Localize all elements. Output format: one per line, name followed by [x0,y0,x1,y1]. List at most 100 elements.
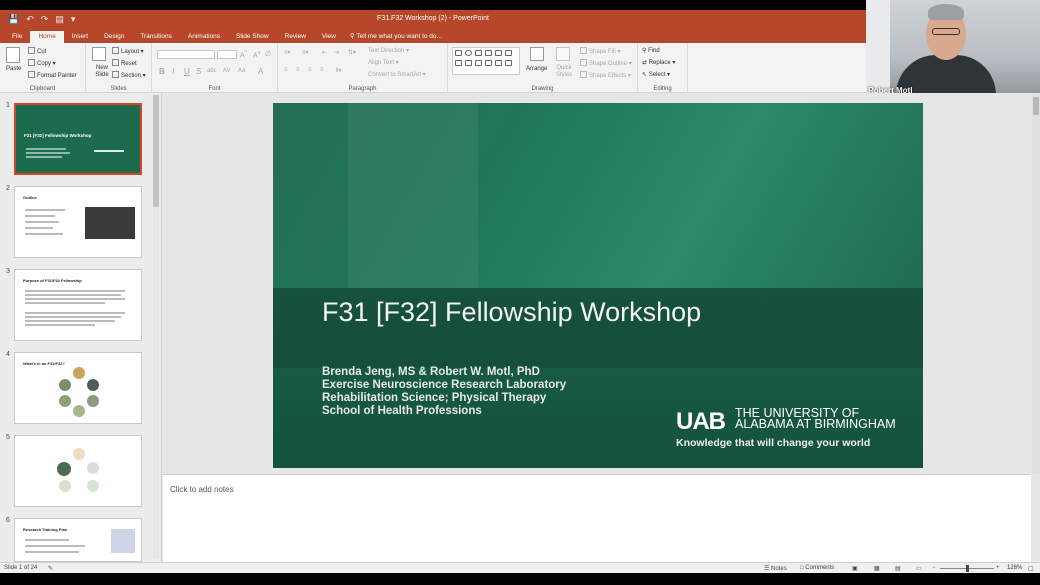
slide-author-line[interactable]: Brenda Jeng, MS & Robert W. Motl, PhD [322,366,540,378]
slide-sorter-icon[interactable]: ▦ [874,565,880,572]
arrow-shape-icon[interactable] [485,50,492,56]
convert-smartart-button[interactable]: Convert to SmartArt ▾ [368,71,426,78]
new-slide-button[interactable]: New Slide [91,65,113,79]
shape-fill-button[interactable]: Shape Fill ▾ [580,47,620,55]
select-button[interactable]: ↖ Select ▾ [642,71,670,78]
font-color-button[interactable]: A [258,67,263,76]
notes-button[interactable]: ☰ Notes [764,565,787,572]
font-name-field[interactable] [157,50,215,59]
bullets-icon[interactable]: ≡▾ [284,49,291,56]
font-size-field[interactable] [217,50,237,59]
thumbnail-slide-2[interactable]: Outline [14,186,142,258]
find-button[interactable]: ⚲ Find [642,47,660,54]
brace-shape-icon[interactable] [495,60,502,66]
tab-insert[interactable]: Insert [64,31,96,43]
callout-shape-icon[interactable] [455,60,462,66]
cut-button[interactable]: Cut [28,47,46,55]
change-case-button[interactable]: Aa [238,68,245,74]
shapes-gallery[interactable] [452,47,520,75]
comments-button[interactable]: □ Comments [800,565,834,571]
thumbnail-slide-1[interactable]: F31 [F32] Fellowship Workshop [14,103,142,175]
normal-view-icon[interactable]: ▣ [852,565,858,572]
section-button[interactable]: Section ▾ [112,71,146,79]
zoom-in-icon[interactable]: + [996,565,1000,571]
tell-me-box[interactable]: ⚲ Tell me what you want to do... [350,31,442,43]
layout-button[interactable]: Layout ▾ [112,47,144,55]
zoom-out-icon[interactable]: − [932,565,936,571]
slide-scrollbar[interactable] [1032,93,1040,474]
tab-animations[interactable]: Animations [180,31,228,43]
thumbnail-line [25,290,125,292]
thumbnail-slide-6[interactable]: Research Training Plan [14,518,142,562]
speaker-hair [928,4,964,20]
thumbnail-line [25,324,95,326]
thumbnail-slide-3[interactable]: Purpose of F31/F32 Fellowship [14,269,142,341]
underline-button[interactable]: U [184,67,190,76]
tab-design[interactable]: Design [96,31,132,43]
shadow-button[interactable]: S [196,67,201,76]
quick-styles-icon [556,47,570,61]
numbering-icon[interactable]: ≡▾ [302,49,309,56]
thumbnail-circle [73,367,85,379]
copy-button[interactable]: Copy ▾ [28,59,56,67]
slide-canvas[interactable]: F31 [F32] Fellowship Workshop Brenda Jen… [273,103,923,468]
reading-view-icon[interactable]: ▤ [895,565,901,572]
shape-effects-button[interactable]: Shape Effects ▾ [580,71,631,79]
increase-indent-icon[interactable]: ⇥ [334,49,339,56]
strikethrough-button[interactable]: abc [207,68,217,74]
tab-transitions[interactable]: Transitions [132,31,180,43]
decrease-indent-icon[interactable]: ⇤ [322,49,327,56]
arrange-button[interactable]: Arrange [526,66,547,72]
bold-button[interactable]: B [159,67,165,76]
columns-icon[interactable]: ‖▾ [336,67,342,74]
rectangle-shape-icon[interactable] [455,50,462,56]
zoom-level[interactable]: 128% [1007,565,1022,571]
thumbnail-slide-5[interactable] [14,435,142,507]
rounded-rect-shape-icon[interactable] [495,50,502,56]
clear-format-icon[interactable]: ∅ [265,50,271,58]
new-slide-icon [92,47,106,61]
align-text-button[interactable]: Align Text ▾ [368,59,399,66]
curve-shape-icon[interactable] [485,60,492,66]
connector-shape-icon[interactable] [465,60,472,66]
tab-file[interactable]: File [4,31,30,43]
scrollbar-thumb[interactable] [1033,97,1039,115]
char-spacing-button[interactable]: AV [223,68,231,74]
slide-author-line[interactable]: Rehabilitation Science; Physical Therapy [322,392,546,404]
grow-font-button[interactable]: A^ [240,50,247,59]
line-shape-icon[interactable] [475,50,482,56]
zoom-slider-handle[interactable] [966,565,969,572]
triangle-shape-icon[interactable] [505,50,512,56]
shape-outline-button[interactable]: Shape Outline ▾ [580,59,632,67]
tab-review[interactable]: Review [277,31,314,43]
oval-shape-icon[interactable] [465,50,472,56]
align-center-icon[interactable]: ≡ [296,67,300,73]
paste-button[interactable]: Paste [6,66,21,72]
align-right-icon[interactable]: ≡ [308,67,312,73]
reset-button[interactable]: Reset [112,59,137,67]
quick-styles-button[interactable]: Quick Styles [554,65,574,79]
tab-home[interactable]: Home [30,31,64,43]
slide-author-line[interactable]: Exercise Neuroscience Research Laborator… [322,379,566,391]
slide-author-line[interactable]: School of Health Professions [322,405,482,417]
format-painter-button[interactable]: Format Painter [28,71,77,79]
slideshow-view-icon[interactable]: ▭ [916,565,922,572]
replace-button[interactable]: ⇄ Replace ▾ [642,59,675,66]
block-arrow-shape-icon[interactable] [475,60,482,66]
text-direction-button[interactable]: Text Direction ▾ [368,47,409,54]
align-left-icon[interactable]: ≡ [284,67,288,73]
thumbnails-scrollbar[interactable] [153,95,159,559]
justify-icon[interactable]: ≡ [320,67,324,73]
star-shape-icon[interactable] [505,60,512,66]
shrink-font-button[interactable]: Av [253,50,261,59]
tab-view[interactable]: View [314,31,344,43]
slide-title[interactable]: F31 [F32] Fellowship Workshop [322,297,701,328]
tab-slide-show[interactable]: Slide Show [228,31,277,43]
notes-pane[interactable]: Click to add notes [163,474,1031,562]
fit-to-window-icon[interactable]: ▢ [1028,565,1034,572]
italic-button[interactable]: I [172,67,174,76]
line-spacing-icon[interactable]: ⇅▾ [348,49,356,56]
thumbnail-slide-4[interactable]: What's in an F31/F32? [14,352,142,424]
spell-check-icon[interactable]: ✎ [48,565,53,572]
scrollbar-thumb[interactable] [153,95,159,207]
